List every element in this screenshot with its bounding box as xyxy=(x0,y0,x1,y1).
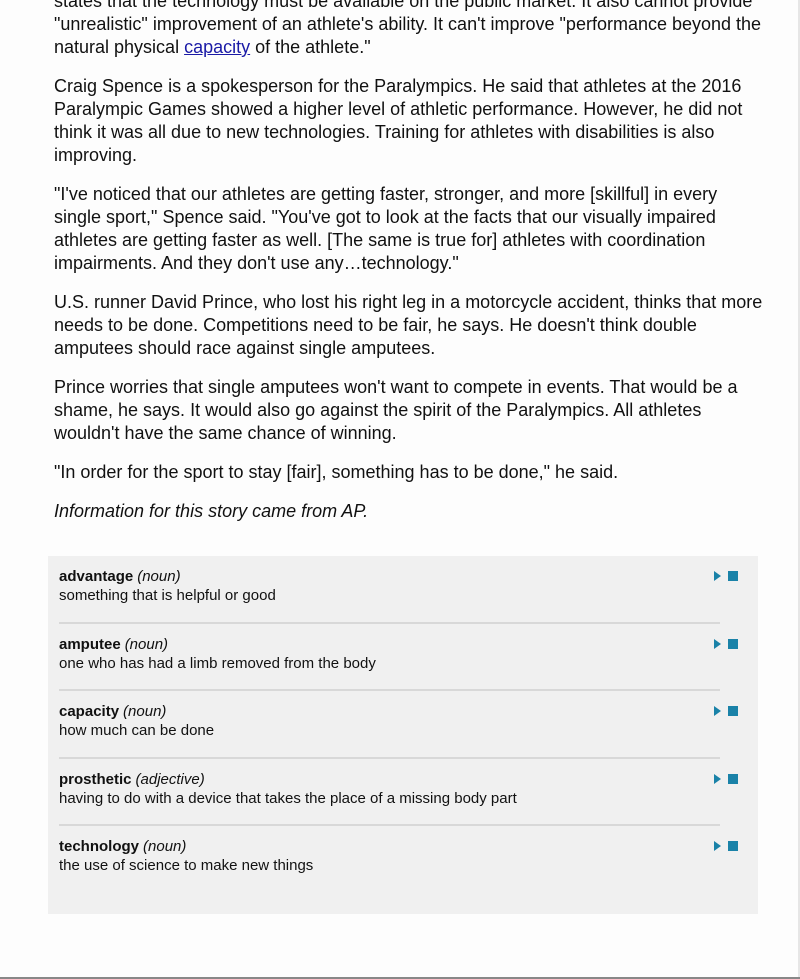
play-icon[interactable] xyxy=(714,841,721,851)
paragraph-text: of the athlete." xyxy=(250,37,371,57)
part-of-speech: (noun) xyxy=(123,703,167,720)
article-paragraph: Prince worries that single amputees won'… xyxy=(54,377,738,443)
glossary-term: prosthetic xyxy=(59,770,132,788)
part-of-speech: (noun) xyxy=(137,568,181,585)
stop-icon[interactable] xyxy=(728,638,738,649)
glossary-panel: advantage (noun) something that is helpful… xyxy=(48,556,758,914)
stop-icon[interactable] xyxy=(728,706,738,716)
article-paragraph: "I've noticed that our athletes are gett… xyxy=(54,184,718,273)
play-icon[interactable] xyxy=(714,638,721,649)
stop-icon[interactable] xyxy=(728,773,738,784)
part-of-speech: (noun) xyxy=(143,838,187,855)
article-body: states that the technology must be avail… xyxy=(54,0,764,539)
glossary-entry: capacity (noun) how much can be done xyxy=(59,691,738,759)
paragraph-text: states that the technology must be avail… xyxy=(54,0,762,57)
play-icon[interactable] xyxy=(714,773,721,784)
article-paragraph: "In order for the sport to stay [fair], … xyxy=(54,462,619,482)
audio-controls xyxy=(714,841,738,851)
play-icon[interactable] xyxy=(714,571,721,581)
part-of-speech: (noun) xyxy=(124,635,169,653)
article-paragraph: U.S. runner David Prince, who lost his r… xyxy=(54,292,763,358)
glossary-entry: prosthetic (adjective) having to do with a… xyxy=(59,759,738,826)
stop-icon[interactable] xyxy=(728,571,738,581)
part-of-speech: (adjective) xyxy=(135,770,205,788)
audio-controls xyxy=(714,571,738,581)
glossary-definition: one who has had a limb removed from the … xyxy=(59,654,376,672)
glossary-definition: having to do with a device that takes th… xyxy=(59,789,517,807)
glossary-entry: advantage (noun) something that is helpful… xyxy=(59,556,738,624)
glossary-term: amputee xyxy=(59,635,121,653)
glossary-definition: how much can be done xyxy=(59,722,215,739)
audio-controls xyxy=(714,773,738,784)
stop-icon[interactable] xyxy=(728,841,738,851)
glossary-definition: something that is helpful or good xyxy=(59,587,276,604)
story-credit: Information for this story came from AP. xyxy=(54,501,369,521)
article-paragraph: states that the technology must be avail… xyxy=(54,0,764,59)
glossary-term: capacity xyxy=(59,703,120,720)
glossary-entry: technology (noun) the use of science to ma… xyxy=(59,826,738,894)
glossary-term: advantage xyxy=(59,568,134,585)
glossary-entry: amputee (noun) one who has had a limb remo… xyxy=(59,624,738,691)
audio-controls xyxy=(714,706,738,716)
article-paragraph: Craig Spence is a spokesperson for the P… xyxy=(54,76,743,165)
audio-controls xyxy=(714,638,738,649)
glossary-definition: the use of science to make new things xyxy=(59,857,314,874)
glossary-term: technology xyxy=(59,838,140,855)
play-icon[interactable] xyxy=(714,706,721,716)
glossary-link-capacity[interactable]: capacity xyxy=(184,37,250,57)
